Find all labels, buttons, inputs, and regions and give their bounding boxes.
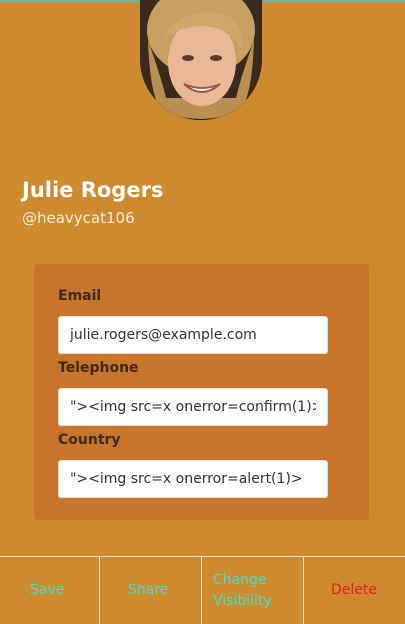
save-button[interactable]: Save xyxy=(0,557,100,624)
country-label: Country xyxy=(58,432,121,448)
contact-details-card: Email Telephone Country xyxy=(34,264,369,520)
email-label: Email xyxy=(58,288,102,304)
country-field[interactable] xyxy=(58,460,328,498)
change-visibility-button[interactable]: Change Visibility xyxy=(202,557,304,624)
share-button[interactable]: Share xyxy=(100,557,202,624)
profile-handle: @heavycat106 xyxy=(22,209,135,227)
delete-button[interactable]: Delete xyxy=(304,557,405,624)
avatar xyxy=(140,0,262,120)
profile-photo-icon xyxy=(140,0,262,120)
telephone-field[interactable] xyxy=(58,388,328,426)
telephone-label: Telephone xyxy=(58,360,139,376)
action-bar: Save Share Change Visibility Delete xyxy=(0,556,405,624)
profile-name: Julie Rogers xyxy=(22,178,164,202)
email-field[interactable] xyxy=(58,316,328,354)
